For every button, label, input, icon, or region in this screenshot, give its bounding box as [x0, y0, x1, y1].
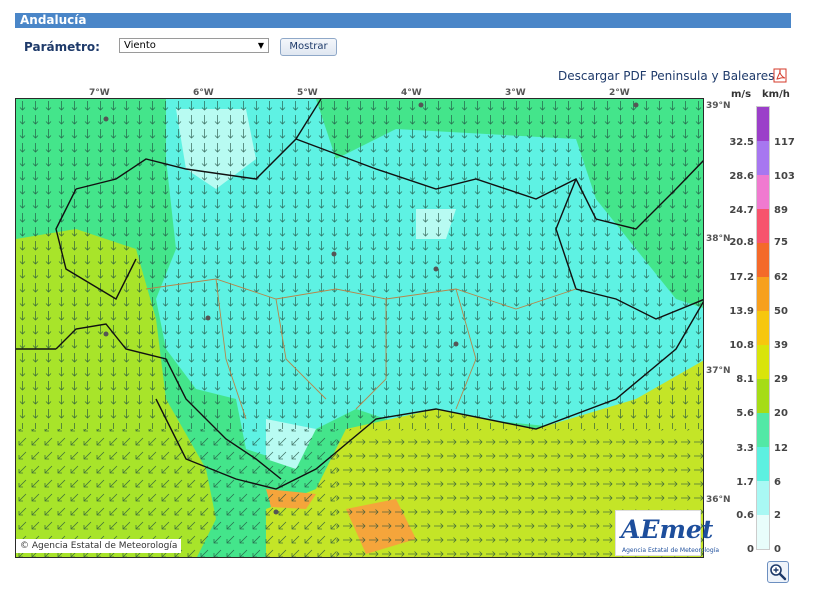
legend-color-swatch: [757, 107, 769, 141]
legend-tick-kmh: 20: [774, 408, 788, 419]
latitude-label: 39°N: [706, 101, 731, 111]
aemet-logo: AEmet Agencia Estatal de Meteorología: [615, 510, 719, 556]
legend-tick-ms: 28.6: [729, 171, 754, 182]
legend-color-swatch: [757, 209, 769, 243]
show-button[interactable]: Mostrar: [280, 38, 337, 56]
legend-tick-kmh: 0: [774, 544, 781, 555]
legend-color-swatch: [757, 447, 769, 481]
legend-color-swatch: [757, 481, 769, 515]
city-marker: [633, 102, 639, 108]
wind-arrows-north: [16, 99, 703, 429]
legend-color-swatch: [757, 141, 769, 175]
legend-tick-ms: 20.8: [729, 237, 754, 248]
legend-tick-kmh: 2: [774, 510, 781, 521]
legend-color-swatch: [757, 277, 769, 311]
legend-color-swatch: [757, 311, 769, 345]
legend-tick-kmh: 50: [774, 306, 788, 317]
download-pdf-link[interactable]: Descargar PDF Peninsula y Baleares: [558, 69, 774, 83]
city-marker: [103, 331, 109, 337]
logo-text: AEmet: [621, 515, 714, 544]
city-marker: [103, 116, 109, 122]
latitude-label: 36°N: [706, 495, 731, 505]
legend-unit-ms: m/s: [731, 89, 752, 100]
longitude-label: 4°W: [401, 88, 422, 98]
legend-tick-ms: 5.6: [736, 408, 754, 419]
legend-tick-kmh: 89: [774, 205, 788, 216]
city-marker: [205, 315, 211, 321]
legend-tick-ms: 17.2: [729, 272, 754, 283]
legend-tick-kmh: 29: [774, 374, 788, 385]
legend-color-swatch: [757, 243, 769, 277]
copyright-notice: © Agencia Estatal de Meteorología: [16, 539, 182, 553]
zoom-button[interactable]: [767, 561, 789, 583]
longitude-label: 3°W: [505, 88, 526, 98]
legend-tick-ms: 10.8: [729, 340, 754, 351]
legend-color-swatch: [757, 345, 769, 379]
legend-tick-ms: 3.3: [736, 443, 754, 454]
legend-tick-kmh: 62: [774, 272, 788, 283]
city-marker: [433, 266, 439, 272]
legend-tick-ms: 24.7: [729, 205, 754, 216]
parameter-select-value: Viento: [124, 40, 156, 51]
legend-tick-kmh: 6: [774, 477, 781, 488]
city-marker: [331, 251, 337, 257]
legend-tick-kmh: 75: [774, 237, 788, 248]
legend-tick-kmh: 117: [774, 137, 795, 148]
logo-subtext: Agencia Estatal de Meteorología: [622, 547, 719, 554]
wind-field-layer: [16, 99, 703, 557]
longitude-label: 2°W: [609, 88, 630, 98]
legend-tick-ms: 13.9: [729, 306, 754, 317]
legend-tick-ms: 0: [747, 544, 754, 555]
legend-tick-ms: 1.7: [736, 477, 754, 488]
parameter-label: Parámetro:: [24, 40, 100, 54]
legend-tick-kmh: 103: [774, 171, 795, 182]
legend-color-swatch: [757, 515, 769, 549]
dropdown-arrow-icon: ▼: [257, 41, 264, 50]
legend-color-swatch: [757, 379, 769, 413]
city-marker: [418, 102, 424, 108]
legend-tick-kmh: 39: [774, 340, 788, 351]
legend-color-swatch: [757, 175, 769, 209]
legend-tick-ms: 8.1: [736, 374, 754, 385]
legend-tick-ms: 32.5: [729, 137, 754, 148]
city-marker: [273, 509, 279, 515]
pdf-icon[interactable]: [773, 68, 788, 83]
legend-tick-kmh: 12: [774, 443, 788, 454]
longitude-label: 5°W: [297, 88, 318, 98]
wind-speed-legend: [756, 106, 770, 550]
legend-unit-kmh: km/h: [762, 89, 790, 100]
wind-map[interactable]: [15, 98, 704, 558]
city-marker: [453, 341, 459, 347]
legend-color-swatch: [757, 413, 769, 447]
section-title: Andalucía: [20, 13, 87, 27]
longitude-label: 6°W: [193, 88, 214, 98]
legend-tick-ms: 0.6: [736, 510, 754, 521]
parameter-select[interactable]: Viento ▼: [119, 38, 269, 53]
longitude-label: 7°W: [89, 88, 110, 98]
zoom-in-icon: [770, 564, 787, 581]
section-header: Andalucía: [15, 13, 791, 28]
